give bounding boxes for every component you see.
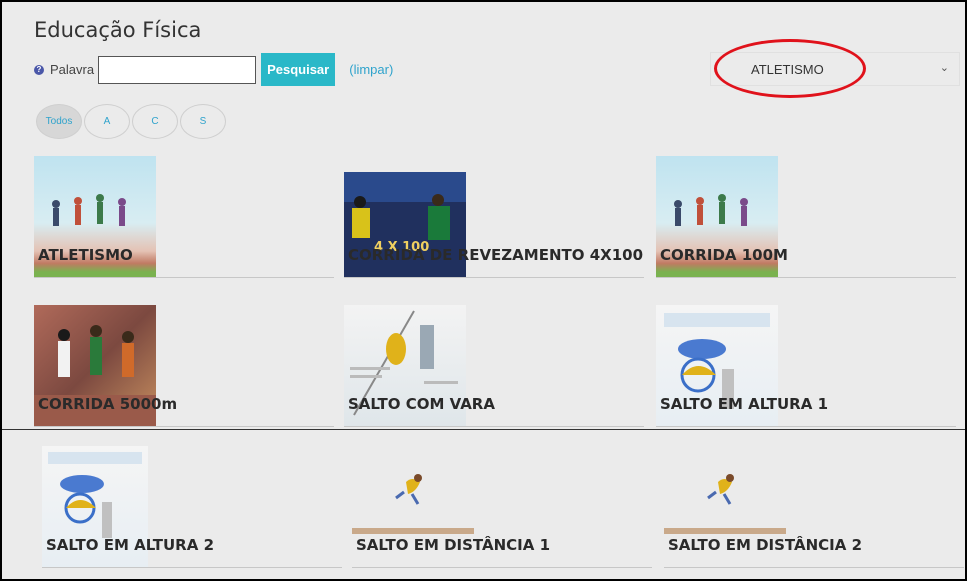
item-label: SALTO EM DISTÂNCIA 2: [668, 536, 863, 554]
item-label: SALTO COM VARA: [348, 395, 495, 413]
chevron-down-icon: ⌄: [939, 62, 949, 74]
search-input[interactable]: [98, 55, 257, 84]
item-divider: [42, 567, 342, 568]
item-divider: [34, 277, 334, 278]
item-divider: [34, 426, 334, 427]
item-label: CORRIDA DE REVEZAMENTO 4X100: [348, 246, 644, 264]
item-card-salto-altura-2[interactable]: SALTO EM ALTURA 2: [42, 446, 342, 568]
section-divider: [2, 429, 965, 430]
item-card-revezamento[interactable]: 4 X 100 CORRIDA DE REVEZAMENTO 4X100: [344, 156, 644, 278]
search-button[interactable]: Pesquisar: [261, 53, 336, 86]
item-divider: [352, 567, 652, 568]
help-icon[interactable]: ?: [34, 64, 44, 75]
search-bar: ? Palavra Pesquisar (limpar): [34, 53, 393, 86]
item-card-salto-distancia-1[interactable]: SALTO EM DISTÂNCIA 1: [352, 446, 652, 568]
page-title: Educação Física: [34, 18, 202, 42]
item-card-salto-distancia-2[interactable]: SALTO EM DISTÂNCIA 2: [664, 446, 964, 568]
filter-s[interactable]: S: [180, 104, 226, 139]
highlight-oval: [714, 39, 866, 98]
filter-c[interactable]: C: [132, 104, 178, 139]
item-card-atletismo[interactable]: ATLETISMO: [34, 156, 334, 278]
word-label: Palavra: [50, 62, 95, 77]
filter-todos[interactable]: Todos: [36, 104, 82, 139]
item-divider: [656, 277, 956, 278]
clear-link[interactable]: (limpar): [349, 62, 393, 77]
filter-a[interactable]: A: [84, 104, 130, 139]
item-divider: [344, 426, 644, 427]
item-card-corrida-100m[interactable]: CORRIDA 100M: [656, 156, 956, 278]
item-label: ATLETISMO: [38, 246, 133, 264]
item-divider: [344, 277, 644, 278]
item-label: SALTO EM ALTURA 1: [660, 395, 829, 413]
item-card-salto-vara[interactable]: SALTO COM VARA: [344, 305, 644, 427]
item-label: CORRIDA 100M: [660, 246, 788, 264]
item-label: CORRIDA 5000m: [38, 395, 178, 413]
item-card-salto-altura-1[interactable]: SALTO EM ALTURA 1: [656, 305, 956, 427]
page-frame: Educação Física ? Palavra Pesquisar (lim…: [0, 0, 967, 581]
item-card-corrida-5000m[interactable]: CORRIDA 5000m: [34, 305, 334, 427]
item-divider: [656, 426, 956, 427]
item-label: SALTO EM ALTURA 2: [46, 536, 215, 554]
letter-filters: Todos A C S: [36, 104, 228, 139]
item-divider: [664, 567, 964, 568]
item-label: SALTO EM DISTÂNCIA 1: [356, 536, 551, 554]
